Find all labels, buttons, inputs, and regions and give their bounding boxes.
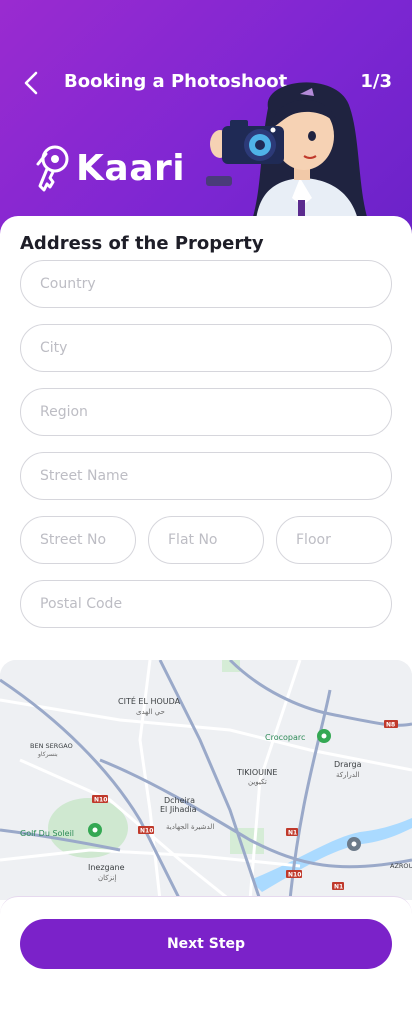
map-label-golf-du-soleil: Golf Du Soleil bbox=[20, 829, 74, 838]
map-canvas[interactable]: N10 N10 N10 N1 N1 N8 CITÉ EL HOUDA حي ال… bbox=[0, 660, 412, 900]
location-map[interactable]: N10 N10 N10 N1 N1 N8 CITÉ EL HOUDA حي ال… bbox=[0, 660, 412, 900]
map-label-ben-sergao-ar: بنسركاو bbox=[37, 751, 58, 758]
region-field[interactable] bbox=[20, 388, 392, 436]
key-house-icon bbox=[36, 145, 69, 192]
map-label-n8: N8 bbox=[386, 722, 395, 729]
map-label-n10-a: N10 bbox=[94, 797, 107, 804]
map-label-n10-c: N10 bbox=[288, 872, 301, 879]
map-label-ben-sergao: BEN SERGAO bbox=[30, 742, 73, 750]
photographer-illustration bbox=[206, 82, 368, 220]
form-sheet: Address of the Property Country City Reg… bbox=[0, 216, 412, 1010]
map-label-tikiouine-ar: تكيوين bbox=[248, 778, 267, 786]
floor-field[interactable] bbox=[276, 516, 392, 564]
map-label-n1-a: N1 bbox=[288, 830, 297, 837]
brand-name: Kaari bbox=[76, 147, 186, 189]
location-pin-icon[interactable] bbox=[347, 837, 361, 851]
crocoparc-pin-icon[interactable] bbox=[317, 729, 331, 743]
map-label-dcheira: Dcheira bbox=[164, 796, 195, 805]
footer-bar: Next Step bbox=[0, 896, 412, 1010]
map-label-inezgane-ar: إنزكان bbox=[98, 874, 116, 882]
street-no-field[interactable] bbox=[20, 516, 136, 564]
section-title: Address of the Property bbox=[20, 233, 264, 254]
postal-code-field[interactable] bbox=[20, 580, 392, 628]
map-label-drarga-ar: الدراركة bbox=[336, 771, 360, 779]
map-label-crocoparc: Crocoparc bbox=[265, 733, 305, 742]
country-field[interactable] bbox=[20, 260, 392, 308]
map-label-cite-el-houda-ar: حي الهدى bbox=[136, 708, 165, 716]
brand-logo: Kaari bbox=[34, 142, 185, 194]
map-label-cite-el-houda: CITÉ EL HOUDA bbox=[118, 695, 181, 706]
city-field[interactable] bbox=[20, 324, 392, 372]
map-label-drarga: Drarga bbox=[334, 760, 362, 769]
street-name-field[interactable] bbox=[20, 452, 392, 500]
golf-pin-icon[interactable] bbox=[88, 823, 102, 837]
map-label-tikiouine: TIKIOUINE bbox=[236, 768, 277, 777]
next-step-button[interactable]: Next Step bbox=[20, 919, 392, 969]
chevron-left-icon[interactable] bbox=[18, 68, 48, 98]
map-label-inezgane: Inezgane bbox=[88, 863, 125, 872]
map-label-dcheira-ar: الدشيرة الجهادية bbox=[166, 823, 214, 831]
app-header: Booking a Photoshoot 1/3 Kaari bbox=[0, 0, 412, 240]
map-label-el-jihadia: El Jihadia bbox=[160, 805, 197, 814]
map-label-n1-b: N1 bbox=[334, 884, 343, 891]
map-label-n10-b: N10 bbox=[140, 828, 153, 835]
map-label-azrou: AZROU bbox=[390, 862, 412, 870]
flat-no-field[interactable] bbox=[148, 516, 264, 564]
